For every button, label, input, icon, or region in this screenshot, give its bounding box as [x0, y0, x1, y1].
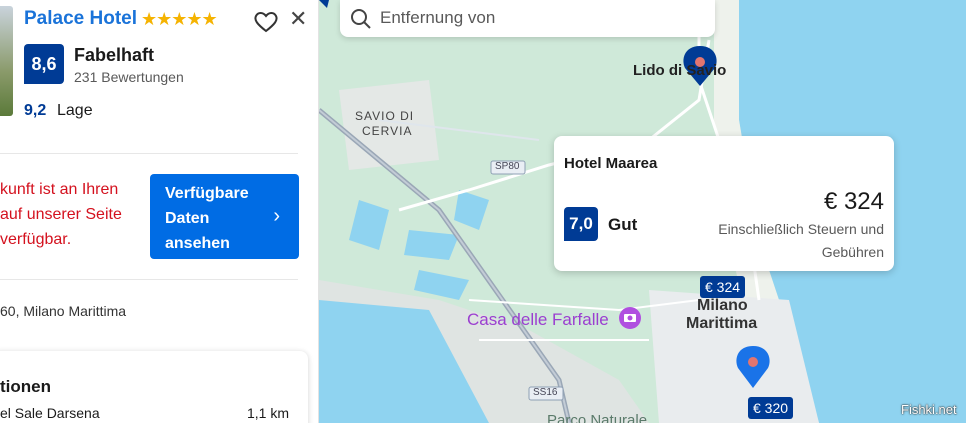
- map-label-marittima: Marittima: [686, 315, 758, 332]
- nearby-item-name: el Sale Darsena: [0, 405, 100, 421]
- map-label-savio: SAVIO DI: [355, 109, 415, 123]
- view-available-dates-button[interactable]: Verfügbare Daten ansehen ›: [150, 174, 299, 259]
- button-label-line: Verfügbare: [165, 185, 249, 202]
- map-label-casa-delle-farfalle[interactable]: Casa delle Farfalle: [467, 310, 609, 330]
- nearby-item-distance: 1,1 km: [246, 405, 289, 421]
- hotel-name[interactable]: Palace Hotel: [24, 8, 137, 30]
- star-rating-icon: ★★★★★: [141, 9, 218, 29]
- nearby-attractions-card: tionen el Sale Darsena 1,1 km: [0, 351, 308, 423]
- review-count[interactable]: 231 Bewertungen: [74, 69, 184, 85]
- search-input[interactable]: Entfernung von: [380, 8, 495, 28]
- search-icon: [351, 9, 371, 29]
- availability-message: kunft ist an Ihren auf unserer Seite ver…: [0, 177, 140, 252]
- close-icon[interactable]: ✕: [289, 8, 307, 30]
- hotel-thumbnail[interactable]: [0, 6, 13, 116]
- availability-message-line: kunft ist an Ihren: [0, 181, 119, 198]
- divider: [0, 279, 298, 280]
- review-score-label: Fabelhaft: [74, 45, 155, 65]
- hotel-popup-card[interactable]: Hotel Maarea 7,0 Gut € 324 Einschließlic…: [554, 136, 894, 271]
- availability-message-line: auf unserer Seite: [0, 206, 122, 223]
- price-tag-marker[interactable]: € 320: [748, 397, 794, 419]
- hotel-detail-panel: Palace Hotel ★★★★★ ✕ 8,6 Fabelhaft 231 B…: [0, 0, 319, 423]
- location-score: 9,2: [24, 102, 47, 119]
- distance-search-bar[interactable]: Entfernung von: [340, 0, 715, 37]
- chevron-right-icon: ›: [273, 205, 280, 227]
- divider: [0, 153, 298, 154]
- nearby-title: tionen: [0, 377, 51, 396]
- hotel-address: 60, Milano Marittima: [0, 303, 127, 319]
- popup-tax-line: Einschließlich Steuern und: [718, 221, 884, 237]
- map-label-parco: Parco Naturale: [547, 412, 648, 423]
- popup-tax-note: Einschließlich Steuern und Gebühren: [684, 218, 884, 264]
- map-label-milano: Milano: [697, 297, 748, 314]
- price-tag-marker[interactable]: € 324: [700, 276, 746, 298]
- road-label-ss16: SS16: [533, 387, 558, 398]
- road-label-sp80: SP80: [495, 161, 520, 172]
- location-label: Lage: [57, 102, 93, 119]
- watermark: Fishki.net: [901, 402, 957, 417]
- availability-message-line: verfügbar.: [0, 231, 72, 248]
- popup-score-badge: 7,0: [564, 207, 598, 241]
- popup-tax-line: Gebühren: [821, 244, 884, 260]
- heart-icon[interactable]: [253, 10, 279, 34]
- button-label-line: ansehen: [165, 235, 230, 252]
- popup-hotel-name[interactable]: Hotel Maarea: [564, 155, 657, 172]
- map-label-cervia: CERVIA: [362, 124, 413, 138]
- review-score-badge: 8,6: [24, 44, 64, 84]
- map-label-lido: Lido di Savio: [633, 62, 727, 79]
- popup-price: € 324: [823, 188, 884, 215]
- popup-score-label: Gut: [608, 215, 638, 234]
